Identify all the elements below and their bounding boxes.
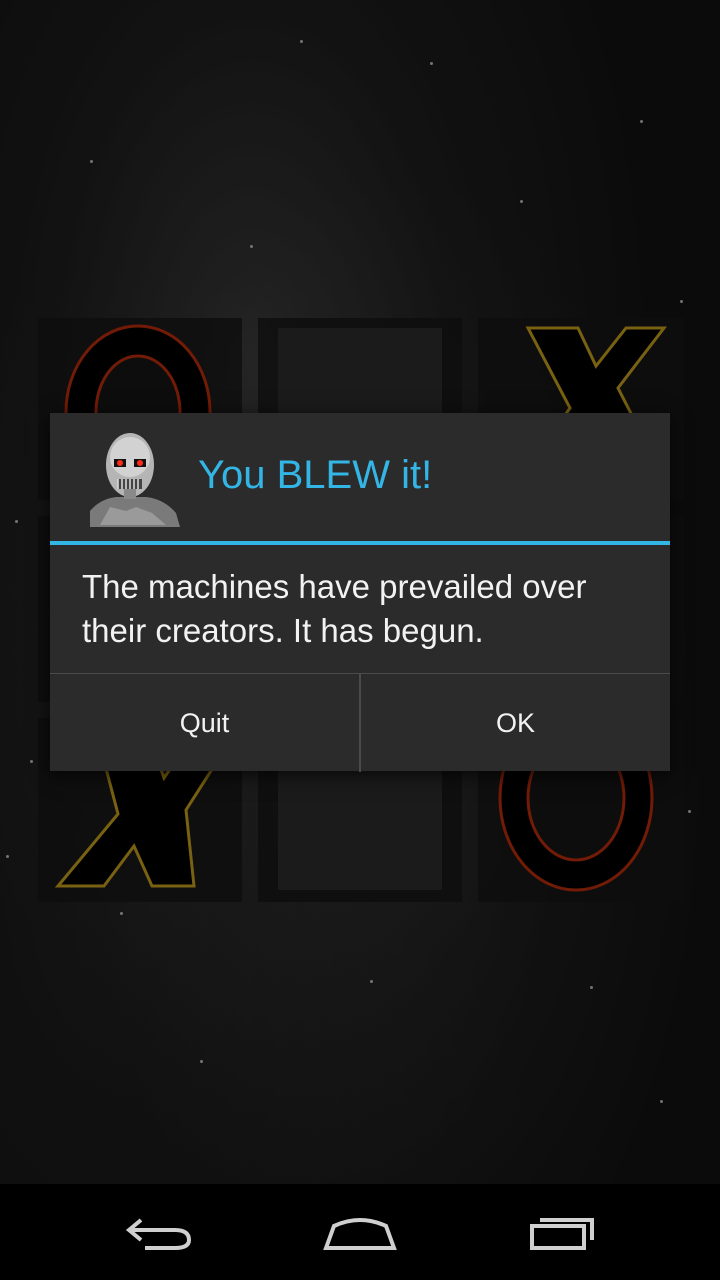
ok-button[interactable]: OK [361, 674, 670, 772]
title-divider [50, 541, 670, 545]
terminator-icon [80, 427, 182, 527]
recent-apps-icon [530, 1218, 594, 1250]
home-button[interactable] [310, 1202, 410, 1262]
recent-apps-button[interactable] [512, 1202, 612, 1262]
dialog-message: The machines have prevailed over their c… [82, 568, 587, 649]
dialog-title: You BLEW it! [198, 453, 433, 497]
system-nav-bar [0, 1184, 720, 1280]
dialog-header: You BLEW it! [50, 413, 670, 541]
game-over-dialog: You BLEW it! The machines have prevailed… [50, 413, 670, 772]
home-icon [323, 1218, 397, 1250]
dialog-button-bar: Quit OK [50, 673, 670, 772]
quit-button[interactable]: Quit [50, 674, 359, 772]
back-button[interactable] [110, 1202, 210, 1262]
back-icon [125, 1218, 192, 1250]
